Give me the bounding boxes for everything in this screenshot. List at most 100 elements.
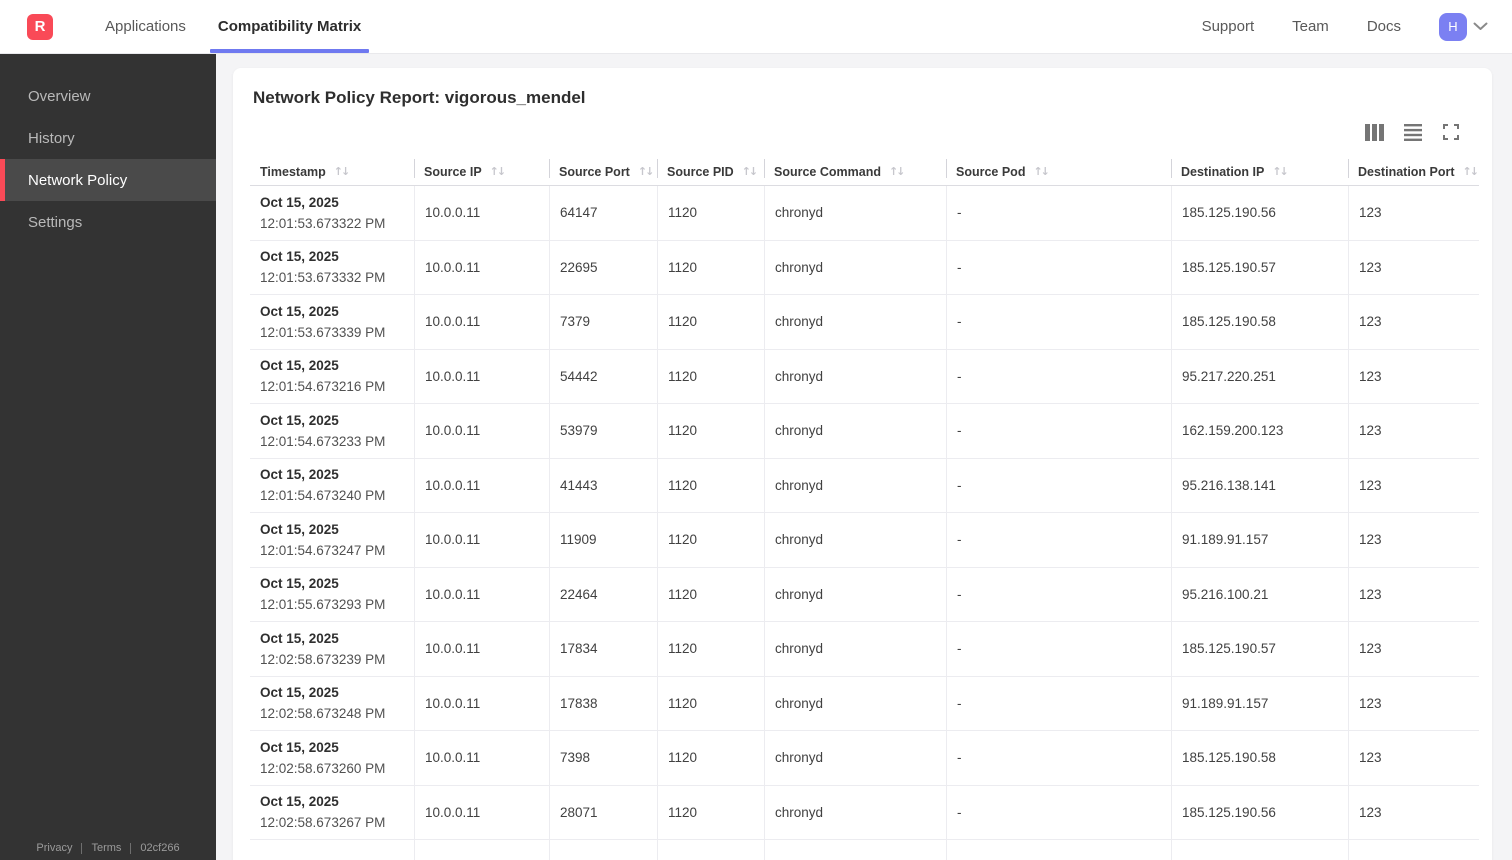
cell-source-pid: 1120 <box>657 513 764 567</box>
user-avatar[interactable]: H <box>1439 12 1467 41</box>
cell-source-pod: - <box>946 349 1171 403</box>
cell-destination-port <box>1348 840 1479 860</box>
timestamp-date: Oct 15, 2025 <box>260 739 339 755</box>
timestamp-date: Oct 15, 2025 <box>260 685 339 701</box>
timestamp-time: 12:01:54.673240 PM <box>260 488 386 504</box>
cell-source-pid: 1120 <box>657 295 764 349</box>
primary-nav: Applications Compatibility Matrix <box>89 0 377 54</box>
column-header-source-pid[interactable]: Source PID ↑↓ <box>657 158 764 185</box>
table-row: Oct 15, 2025 12:01:53.673339 PM 10.0.0.11 7… <box>250 295 1479 350</box>
cell-source-ip <box>414 840 549 860</box>
sidebar-item-settings[interactable]: Settings <box>0 201 216 243</box>
timestamp-date: Oct 15, 2025 <box>260 576 339 592</box>
column-header-source-pod[interactable]: Source Pod ↑↓ <box>946 158 1171 185</box>
cell-source-port: 17838 <box>549 676 657 730</box>
cell-destination-ip: 91.189.91.157 <box>1171 513 1348 567</box>
fullscreen-icon[interactable] <box>1441 123 1460 141</box>
chevron-down-icon[interactable] <box>1473 22 1488 31</box>
nav-link-docs[interactable]: Docs <box>1367 18 1401 35</box>
table-row: Oct 15, 2025 12:01:54.673240 PM 10.0.0.11 4… <box>250 458 1479 513</box>
column-header-source-ip[interactable]: Source IP ↑↓ <box>414 158 549 185</box>
cell-source-command: chronyd <box>764 676 946 730</box>
cell-source-command: chronyd <box>764 404 946 458</box>
table-row: Oct 15, 2025 12:02:58.673260 PM 10.0.0.11 7… <box>250 731 1479 786</box>
cell-timestamp: Oct 15, 2025 12:01:54.673233 PM <box>250 404 414 458</box>
sort-icon: ↑↓ <box>1462 165 1480 178</box>
cell-destination-ip: 185.125.190.57 <box>1171 240 1348 294</box>
timestamp-date: Oct 15, 2025 <box>260 249 339 265</box>
cell-destination-ip: 91.189.91.157 <box>1171 676 1348 730</box>
column-label: Source Port <box>559 164 630 179</box>
cell-source-ip: 10.0.0.11 <box>414 622 549 676</box>
cell-source-pod: - <box>946 404 1171 458</box>
timestamp-time: 12:01:54.673247 PM <box>260 542 386 558</box>
cell-source-pod: - <box>946 295 1171 349</box>
column-header-destination-port[interactable]: Destination Port ↑↓ <box>1348 158 1479 185</box>
timestamp-time: 12:01:53.673339 PM <box>260 324 386 340</box>
table-row: Oct 15, 2025 12:01:53.673322 PM 10.0.0.11 6… <box>250 186 1479 241</box>
build-id: 02cf266 <box>140 842 180 854</box>
cell-source-port: 53979 <box>549 404 657 458</box>
cell-timestamp: Oct 15, 2025 12:01:54.673247 PM <box>250 513 414 567</box>
sort-icon: ↑↓ <box>489 165 507 178</box>
sort-icon: ↑↓ <box>888 165 906 178</box>
column-header-source-port[interactable]: Source Port ↑↓ <box>549 158 657 185</box>
table-row: Oct 15, 2025 12:02:58.673239 PM 10.0.0.11 1… <box>250 622 1479 677</box>
cell-timestamp: Oct 15, 2025 12:02:58.673260 PM <box>250 731 414 785</box>
tab-compatibility-matrix[interactable]: Compatibility Matrix <box>202 0 377 54</box>
sidebar: Overview History Network Policy Settings… <box>0 54 216 860</box>
cell-destination-ip: 162.159.200.123 <box>1171 404 1348 458</box>
timestamp-time: 12:02:58.673260 PM <box>260 760 386 776</box>
timestamp-time: 12:01:55.673293 PM <box>260 597 386 613</box>
cell-source-port <box>549 840 657 860</box>
cell-source-ip: 10.0.0.11 <box>414 458 549 512</box>
footer-link-privacy[interactable]: Privacy <box>36 842 72 854</box>
column-header-destination-ip[interactable]: Destination IP ↑↓ <box>1171 158 1348 185</box>
cell-source-port: 7398 <box>549 731 657 785</box>
columns-view-icon[interactable] <box>1365 123 1384 141</box>
cell-destination-ip: 95.216.138.141 <box>1171 458 1348 512</box>
sidebar-item-network-policy[interactable]: Network Policy <box>0 159 216 201</box>
column-header-source-command[interactable]: Source Command ↑↓ <box>764 158 946 185</box>
nav-link-team[interactable]: Team <box>1292 18 1329 35</box>
timestamp-date: Oct 15, 2025 <box>260 194 339 210</box>
cell-source-ip: 10.0.0.11 <box>414 349 549 403</box>
network-policy-table: Timestamp ↑↓ Source IP ↑↓ Source Port ↑↓ Sourc… <box>250 158 1479 860</box>
cell-source-port: 7379 <box>549 295 657 349</box>
cell-source-pod: - <box>946 186 1171 240</box>
cell-destination-ip: 95.217.220.251 <box>1171 349 1348 403</box>
column-header-timestamp[interactable]: Timestamp ↑↓ <box>250 158 414 185</box>
cell-source-pid: 1120 <box>657 240 764 294</box>
footer-link-terms[interactable]: Terms <box>91 842 121 854</box>
cell-source-port: 41443 <box>549 458 657 512</box>
cell-source-pod: - <box>946 240 1171 294</box>
sidebar-item-history[interactable]: History <box>0 117 216 159</box>
cell-source-pod: - <box>946 676 1171 730</box>
cell-timestamp: Oct 15, 2025 <box>250 840 414 860</box>
list-view-icon[interactable] <box>1403 123 1422 141</box>
cell-source-ip: 10.0.0.11 <box>414 731 549 785</box>
top-navbar: R Applications Compatibility Matrix Supp… <box>0 0 1512 54</box>
cell-destination-ip <box>1171 840 1348 860</box>
cell-source-command: chronyd <box>764 513 946 567</box>
cell-source-pid: 1120 <box>657 567 764 621</box>
tab-applications[interactable]: Applications <box>89 0 202 54</box>
timestamp-time: 12:02:58.673267 PM <box>260 815 386 831</box>
cell-source-command: chronyd <box>764 622 946 676</box>
table-row: Oct 15, 2025 12:02:58.673248 PM 10.0.0.11 1… <box>250 676 1479 731</box>
cell-destination-port: 123 <box>1348 404 1479 458</box>
cell-source-pid: 1120 <box>657 349 764 403</box>
app-logo[interactable]: R <box>27 13 53 40</box>
sort-icon: ↑↓ <box>637 165 655 178</box>
cell-destination-port: 123 <box>1348 186 1479 240</box>
nav-link-support[interactable]: Support <box>1202 18 1255 35</box>
cell-timestamp: Oct 15, 2025 12:01:55.673293 PM <box>250 568 414 622</box>
cell-source-ip: 10.0.0.11 <box>414 513 549 567</box>
cell-source-pid: 1120 <box>657 731 764 785</box>
cell-source-pid <box>657 840 764 860</box>
cell-source-pid: 1120 <box>657 676 764 730</box>
column-label: Source PID <box>667 164 734 179</box>
table-header-row: Timestamp ↑↓ Source IP ↑↓ Source Port ↑↓ Sourc… <box>250 158 1479 186</box>
sidebar-item-overview[interactable]: Overview <box>0 75 216 117</box>
page-title: Network Policy Report: vigorous_mendel <box>253 88 586 107</box>
